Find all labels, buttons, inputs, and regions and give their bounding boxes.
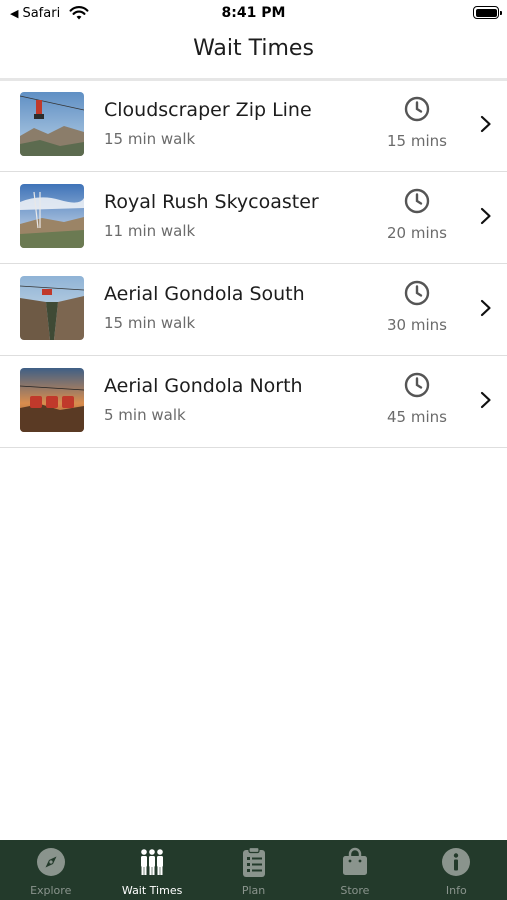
chevron-right-icon bbox=[480, 299, 491, 317]
ride-row-royal-rush-skycoaster[interactable]: Royal Rush Skycoaster 11 min walk 20 min… bbox=[0, 172, 507, 264]
wait-time: 15 mins bbox=[387, 132, 447, 150]
info-icon bbox=[440, 846, 472, 878]
clock-icon bbox=[404, 372, 430, 398]
tab-wait-times[interactable]: Wait Times bbox=[101, 840, 202, 900]
tab-plan[interactable]: Plan bbox=[203, 840, 304, 900]
tab-label: Info bbox=[445, 884, 467, 897]
tab-explore[interactable]: Explore bbox=[0, 840, 101, 900]
tab-label: Plan bbox=[241, 884, 266, 897]
ride-thumbnail bbox=[20, 276, 84, 340]
battery-icon bbox=[473, 6, 502, 19]
chevron-right-icon bbox=[480, 207, 491, 225]
status-bar: ◀ Safari 8:41 PM bbox=[0, 0, 507, 28]
chevron-right-icon bbox=[480, 391, 491, 409]
walk-time: 15 min walk bbox=[104, 130, 196, 148]
tab-label: Explore bbox=[30, 884, 72, 897]
wait-times-list: Cloudscraper Zip Line 15 min walk 15 min… bbox=[0, 80, 507, 448]
tab-bar: Explore Wait Times Plan Store Info bbox=[0, 840, 507, 900]
tab-label: Store bbox=[340, 884, 370, 897]
ride-row-aerial-gondola-south[interactable]: Aerial Gondola South 15 min walk 30 mins bbox=[0, 264, 507, 356]
ride-row-aerial-gondola-north[interactable]: Aerial Gondola North 5 min walk 45 mins bbox=[0, 356, 507, 448]
page-title: Wait Times bbox=[193, 36, 314, 61]
clock-icon bbox=[404, 96, 430, 122]
people-icon bbox=[136, 846, 168, 878]
tab-info[interactable]: Info bbox=[406, 840, 507, 900]
ride-name: Cloudscraper Zip Line bbox=[104, 99, 312, 121]
clock-time: 8:41 PM bbox=[221, 5, 286, 21]
ride-thumbnail bbox=[20, 184, 84, 248]
clipboard-icon bbox=[238, 846, 270, 878]
ride-name: Royal Rush Skycoaster bbox=[104, 191, 319, 213]
compass-icon bbox=[35, 846, 67, 878]
ride-name: Aerial Gondola South bbox=[104, 283, 305, 305]
clock-icon bbox=[404, 280, 430, 306]
tab-label: Wait Times bbox=[121, 884, 183, 897]
ride-thumbnail bbox=[20, 92, 84, 156]
wait-time: 30 mins bbox=[387, 316, 447, 334]
walk-time: 15 min walk bbox=[104, 314, 196, 332]
ride-row-cloudscraper-zip-line[interactable]: Cloudscraper Zip Line 15 min walk 15 min… bbox=[0, 80, 507, 172]
wait-time: 45 mins bbox=[387, 408, 447, 426]
clock-icon bbox=[404, 188, 430, 214]
walk-time: 11 min walk bbox=[104, 222, 196, 240]
chevron-right-icon bbox=[480, 115, 491, 133]
ride-thumbnail bbox=[20, 368, 84, 432]
walk-time: 5 min walk bbox=[104, 406, 186, 424]
tab-store[interactable]: Store bbox=[304, 840, 405, 900]
ride-name: Aerial Gondola North bbox=[104, 375, 303, 397]
wait-time: 20 mins bbox=[387, 224, 447, 242]
shopping-bag-icon bbox=[339, 846, 371, 878]
